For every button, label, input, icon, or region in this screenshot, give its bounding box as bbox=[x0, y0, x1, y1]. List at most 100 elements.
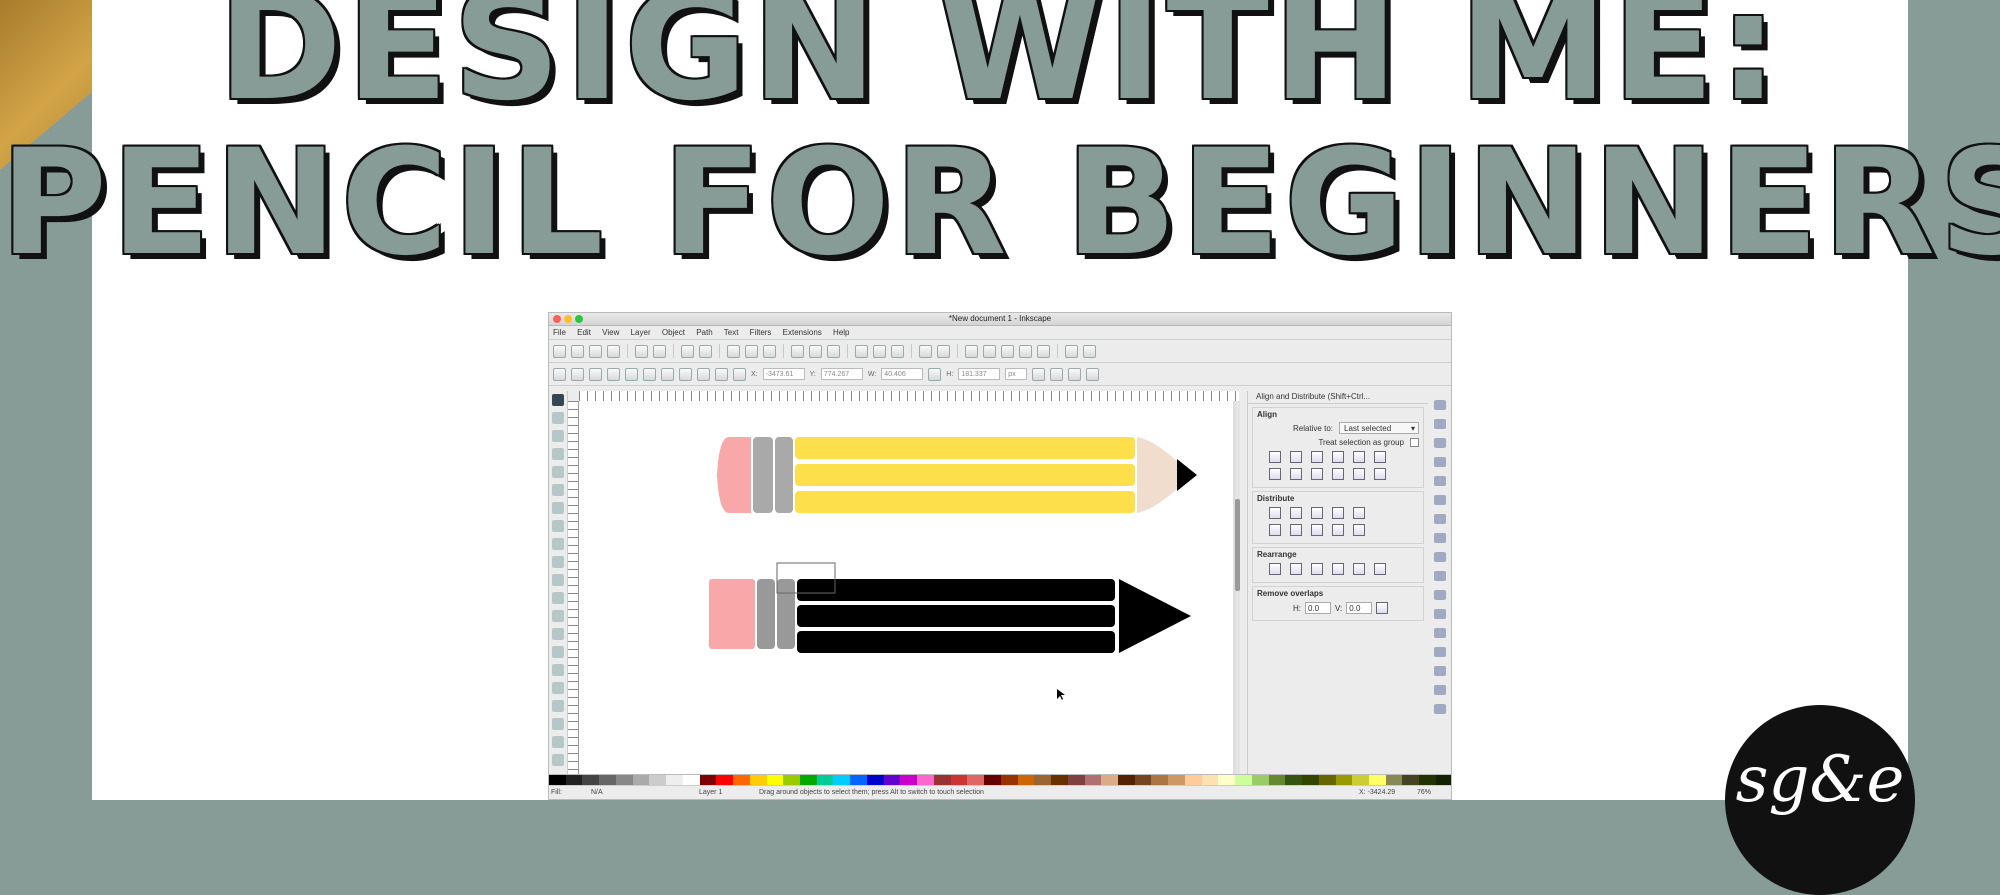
center-horizontal-axis-icon[interactable] bbox=[1311, 468, 1323, 480]
node-tool-icon[interactable] bbox=[552, 412, 564, 424]
menu-help[interactable]: Help bbox=[833, 328, 849, 337]
palette-swatch[interactable] bbox=[1000, 775, 1018, 785]
palette-swatch[interactable] bbox=[1184, 775, 1202, 785]
snap-paths-icon[interactable] bbox=[1434, 533, 1446, 543]
snap-smooth-nodes-icon[interactable] bbox=[1434, 590, 1446, 600]
palette-swatch[interactable] bbox=[1151, 775, 1169, 785]
ellipse-tool-icon[interactable] bbox=[552, 520, 564, 532]
3d-box-tool-icon[interactable] bbox=[552, 502, 564, 514]
lower-icon[interactable] bbox=[715, 367, 728, 381]
palette-swatch[interactable] bbox=[850, 775, 867, 785]
distribute-baselines-h-icon[interactable] bbox=[1353, 507, 1365, 519]
palette-swatch[interactable] bbox=[749, 775, 767, 785]
spiral-tool-icon[interactable] bbox=[552, 556, 564, 568]
menu-edit[interactable]: Edit bbox=[577, 328, 591, 337]
document-properties-icon[interactable] bbox=[1083, 344, 1096, 358]
palette-swatch[interactable] bbox=[565, 775, 583, 785]
tweak-tool-icon[interactable] bbox=[552, 430, 564, 442]
ungroup-icon[interactable] bbox=[937, 344, 950, 358]
palette-swatch[interactable] bbox=[1168, 775, 1185, 785]
color-palette[interactable] bbox=[549, 774, 1451, 785]
layers-icon[interactable] bbox=[1001, 344, 1014, 358]
align-baselines-vertical-icon[interactable] bbox=[1374, 468, 1386, 480]
randomize-positions-icon[interactable] bbox=[1353, 563, 1365, 575]
palette-swatch[interactable] bbox=[1218, 775, 1236, 785]
overlap-v-field[interactable]: 0.0 bbox=[1346, 602, 1373, 614]
current-layer-select[interactable]: Layer 1 bbox=[699, 786, 722, 799]
snap-intersections-icon[interactable] bbox=[1434, 552, 1446, 562]
remove-overlaps-icon[interactable] bbox=[1376, 602, 1389, 614]
graph-layout-icon[interactable] bbox=[1269, 563, 1281, 575]
palette-swatch[interactable] bbox=[816, 775, 834, 785]
snap-page-border-icon[interactable] bbox=[1434, 704, 1446, 714]
align-distribute-icon[interactable] bbox=[1037, 344, 1050, 358]
menu-filters[interactable]: Filters bbox=[750, 328, 772, 337]
palette-swatch[interactable] bbox=[599, 775, 616, 785]
palette-swatch[interactable] bbox=[984, 775, 1001, 785]
palette-swatch[interactable] bbox=[666, 775, 683, 785]
distribute-top-edges-icon[interactable] bbox=[1269, 524, 1281, 536]
palette-swatch[interactable] bbox=[1285, 775, 1303, 785]
palette-swatch[interactable] bbox=[1368, 775, 1386, 785]
unclump-icon[interactable] bbox=[1374, 563, 1386, 575]
rotate-cw-icon[interactable] bbox=[625, 367, 638, 381]
mesh-tool-icon[interactable] bbox=[552, 718, 564, 730]
align-top-to-bottom-icon[interactable] bbox=[1353, 468, 1365, 480]
menu-view[interactable]: View bbox=[602, 328, 619, 337]
deselect-icon[interactable] bbox=[589, 367, 602, 381]
palette-swatch[interactable] bbox=[649, 775, 667, 785]
exchange-positions-icon[interactable] bbox=[1290, 563, 1302, 575]
palette-swatch[interactable] bbox=[1302, 775, 1319, 785]
height-field[interactable]: 181.337 bbox=[958, 368, 1001, 380]
raise-to-top-icon[interactable] bbox=[679, 367, 692, 381]
unlink-clone-icon[interactable] bbox=[891, 344, 904, 358]
maximize-icon[interactable] bbox=[575, 315, 583, 323]
open-icon[interactable] bbox=[571, 344, 584, 358]
y-field[interactable]: 774.267 bbox=[820, 368, 863, 380]
duplicate-icon[interactable] bbox=[855, 344, 868, 358]
menu-object[interactable]: Object bbox=[662, 328, 685, 337]
clone-icon[interactable] bbox=[873, 344, 886, 358]
palette-swatch[interactable] bbox=[1419, 775, 1436, 785]
palette-swatch[interactable] bbox=[582, 775, 600, 785]
palette-swatch[interactable] bbox=[883, 775, 901, 785]
rectangle-tool-icon[interactable] bbox=[552, 484, 564, 496]
zoom-tool-icon[interactable] bbox=[552, 448, 564, 460]
copy-icon[interactable] bbox=[727, 344, 740, 358]
gradient-tool-icon[interactable] bbox=[552, 700, 564, 712]
x-field[interactable]: -3473.61 bbox=[762, 368, 805, 380]
save-icon[interactable] bbox=[589, 344, 602, 358]
palette-swatch[interactable] bbox=[967, 775, 985, 785]
distribute-bottom-edges-icon[interactable] bbox=[1311, 524, 1323, 536]
align-baseline-text-icon[interactable] bbox=[1374, 451, 1386, 463]
align-left-edges-icon[interactable] bbox=[1290, 451, 1302, 463]
palette-swatch[interactable] bbox=[1117, 775, 1135, 785]
eraser-tool-icon[interactable] bbox=[552, 664, 564, 676]
palette-swatch[interactable] bbox=[1017, 775, 1035, 785]
treat-group-checkbox[interactable] bbox=[1410, 438, 1419, 447]
rotate-ccw-icon[interactable] bbox=[607, 367, 620, 381]
exchange-z-order-icon[interactable] bbox=[1311, 563, 1323, 575]
menu-path[interactable]: Path bbox=[696, 328, 712, 337]
snap-object-centers-icon[interactable] bbox=[1434, 647, 1446, 657]
zoom-selection-icon[interactable] bbox=[791, 344, 804, 358]
snap-rotation-centers-icon[interactable] bbox=[1434, 666, 1446, 676]
palette-swatch[interactable] bbox=[1402, 775, 1420, 785]
palette-swatch[interactable] bbox=[632, 775, 650, 785]
menu-text[interactable]: Text bbox=[724, 328, 739, 337]
width-field[interactable]: 40.406 bbox=[881, 368, 924, 380]
align-right-edges-icon[interactable] bbox=[1332, 451, 1344, 463]
palette-swatch[interactable] bbox=[766, 775, 784, 785]
palette-swatch[interactable] bbox=[1251, 775, 1269, 785]
align-bottom-edges-icon[interactable] bbox=[1332, 468, 1344, 480]
black-pencil[interactable] bbox=[709, 562, 1191, 653]
palette-swatch[interactable] bbox=[1067, 775, 1085, 785]
align-bottom-to-top-icon[interactable] bbox=[1269, 468, 1281, 480]
transform-gradients-icon[interactable] bbox=[1068, 367, 1082, 381]
zoom-drawing-icon[interactable] bbox=[809, 344, 822, 358]
redo-icon[interactable] bbox=[699, 344, 712, 358]
palette-swatch[interactable] bbox=[933, 775, 951, 785]
palette-swatch[interactable] bbox=[1385, 775, 1403, 785]
palette-swatch[interactable] bbox=[549, 775, 566, 785]
measure-tool-icon[interactable] bbox=[552, 466, 564, 478]
